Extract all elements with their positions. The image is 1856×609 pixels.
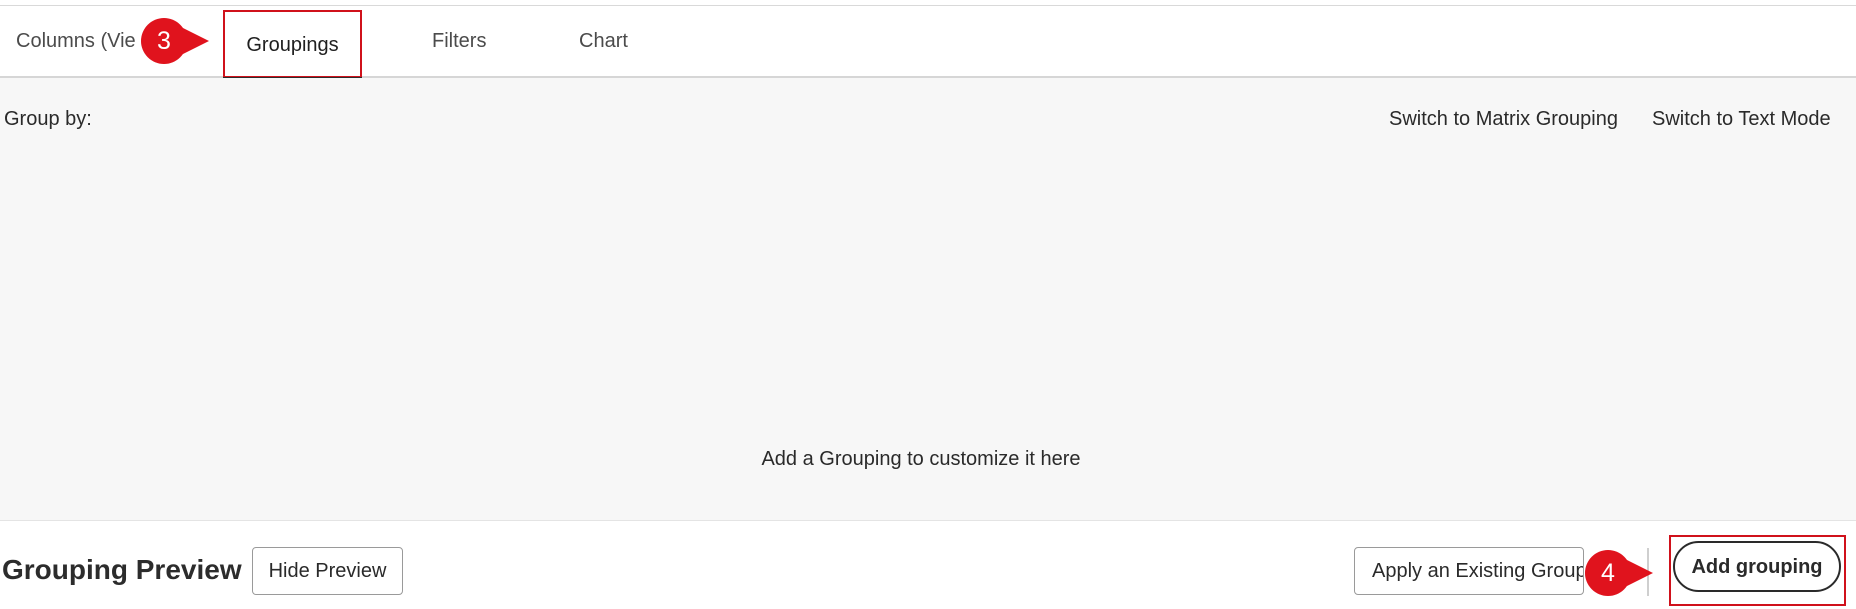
empty-state-message: Add a Grouping to customize it here (761, 448, 1081, 470)
step-callout-3: 3 (141, 18, 209, 64)
tab-columns[interactable]: Columns (Vie (16, 6, 136, 78)
switch-to-matrix-grouping-link[interactable]: Switch to Matrix Grouping (1389, 108, 1618, 131)
tab-chart[interactable]: Chart (579, 6, 628, 78)
hide-preview-button[interactable]: Hide Preview (252, 547, 403, 595)
step-callout-4: 4 (1585, 550, 1653, 596)
add-grouping-button[interactable]: Add grouping (1673, 541, 1841, 592)
groupings-panel: Group by: Switch to Matrix Grouping Swit… (0, 78, 1856, 521)
grouping-preview-title: Grouping Preview (2, 554, 242, 585)
tab-groupings[interactable]: Groupings (223, 10, 362, 80)
apply-existing-grouping-button[interactable]: Apply an Existing Group (1354, 547, 1584, 595)
grouping-preview-bar: Grouping Preview Hide Preview Apply an E… (0, 522, 1856, 609)
switch-to-text-mode-link[interactable]: Switch to Text Mode (1652, 108, 1831, 131)
tab-filters[interactable]: Filters (432, 6, 486, 78)
tab-bar: Columns (Vie Groupings Filters Chart (0, 6, 1856, 80)
group-by-label: Group by: (4, 108, 92, 130)
